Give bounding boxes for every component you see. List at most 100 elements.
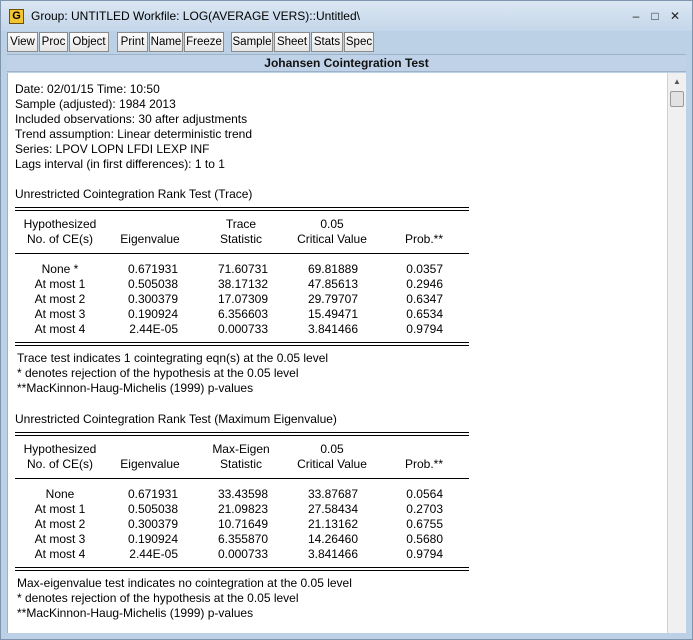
statistic-cell: 0.000733 [217,322,268,336]
info-sample: Sample (adjusted): 1984 2013 [15,97,176,111]
critical-value-cell: 14.26460 [307,532,358,546]
divider [15,432,469,433]
statistic-cell: 33.43598 [217,487,268,501]
view-button[interactable]: View [7,32,38,52]
prob-cell: 0.5680 [406,532,443,546]
col-header-max-eigen: Max-Eigen [212,442,270,456]
col-header-hypothesized: Hypothesized [23,217,97,231]
divider [15,342,469,343]
name-button[interactable]: Name [149,32,183,52]
close-button[interactable]: ✕ [667,8,683,24]
critical-value-cell: 21.13162 [307,517,358,531]
statistic-cell: 10.71649 [217,517,268,531]
title-bar[interactable]: G Group: UNTITLED Workfile: LOG(AVERAGE … [1,1,692,31]
col-header-prob: Prob.** [404,457,443,471]
prob-cell: 0.0564 [406,487,443,501]
divider [15,478,469,479]
col-header-no-ce: No. of CE(s) [26,457,93,471]
info-date: Date: 02/01/15 Time: 10:50 [15,82,160,96]
info-series: Series: LPOV LOPN LFDI LEXP INF [15,142,210,156]
col-header-statistic: Statistic [219,232,262,246]
critical-value-cell: 3.841466 [307,322,358,336]
maxeig-note: * denotes rejection of the hypothesis at… [17,591,299,605]
prob-cell: 0.9794 [406,547,443,561]
info-lags: Lags interval (in first differences): 1 … [15,157,225,171]
window-title: Group: UNTITLED Workfile: LOG(AVERAGE VE… [31,9,360,23]
divider [15,570,469,571]
hypothesis-cell: At most 2 [34,517,86,531]
col-header-prob: Prob.** [404,232,443,246]
statistic-cell: 71.60731 [217,262,268,276]
divider [15,210,469,211]
critical-value-cell: 27.58434 [307,502,358,516]
col-header-no-ce: No. of CE(s) [26,232,93,246]
eigenvalue-cell: 0.190924 [127,532,178,546]
trace-note: **MacKinnon-Haug-Michelis (1999) p-value… [17,381,254,395]
statistic-cell: 17.07309 [217,292,268,306]
col-header-eigenvalue: Eigenvalue [120,232,180,246]
stats-button[interactable]: Stats [311,32,343,52]
trace-note: Trace test indicates 1 cointegrating eqn… [17,351,329,365]
sheet-button[interactable]: Sheet [274,32,310,52]
spec-button[interactable]: Spec [344,32,374,52]
info-trend: Trend assumption: Linear deterministic t… [15,127,252,141]
prob-cell: 0.6534 [406,307,443,321]
statistic-cell: 38.17132 [217,277,268,291]
output-title-header: Johansen Cointegration Test [7,54,686,72]
hypothesis-cell: At most 2 [34,292,86,306]
prob-cell: 0.2946 [406,277,443,291]
divider [15,207,469,208]
maximize-button[interactable]: □ [647,8,663,24]
divider [15,567,469,568]
critical-value-cell: 29.79707 [307,292,358,306]
prob-cell: 0.6755 [406,517,443,531]
minimize-button[interactable]: – [628,8,644,24]
divider [15,345,469,346]
eigenvalue-cell: 0.671931 [127,262,178,276]
statistic-cell: 6.356603 [217,307,268,321]
critical-value-cell: 69.81889 [307,262,358,276]
proc-button[interactable]: Proc [39,32,68,52]
hypothesis-cell: None [45,487,75,501]
col-header-critical-value: Critical Value [297,457,367,471]
col-header-hypothesized: Hypothesized [23,442,97,456]
maxeig-note: Max-eigenvalue test indicates no cointeg… [17,576,352,590]
group-app-icon: G [9,9,24,24]
eigenvalue-cell: 0.300379 [127,292,178,306]
statistic-cell: 6.355870 [217,532,268,546]
eigenvalue-cell: 0.505038 [127,502,178,516]
divider [15,435,469,436]
hypothesis-cell: At most 4 [34,547,86,561]
vertical-scrollbar[interactable]: ▲ [667,73,686,633]
statistic-cell: 0.000733 [217,547,268,561]
col-header-statistic: Statistic [219,457,262,471]
prob-cell: 0.9794 [406,322,443,336]
col-header-critical-value: Critical Value [297,232,367,246]
col-header-eigenvalue: Eigenvalue [120,457,180,471]
divider [15,253,469,254]
hypothesis-cell: At most 1 [34,502,86,516]
eviews-group-window: G Group: UNTITLED Workfile: LOG(AVERAGE … [0,0,693,640]
critical-value-cell: 47.85613 [307,277,358,291]
trace-table-title: Unrestricted Cointegration Rank Test (Tr… [15,187,253,201]
scroll-thumb[interactable] [670,91,684,107]
hypothesis-cell: At most 4 [34,322,86,336]
sample-button[interactable]: Sample [231,32,273,52]
info-observations: Included observations: 30 after adjustme… [15,112,248,126]
hypothesis-cell: At most 3 [34,532,86,546]
hypothesis-cell: None * [41,262,79,276]
critical-value-cell: 3.841466 [307,547,358,561]
eigenvalue-cell: 0.671931 [127,487,178,501]
print-button[interactable]: Print [117,32,148,52]
critical-value-cell: 15.49471 [307,307,358,321]
scroll-up-icon[interactable]: ▲ [668,74,686,90]
hypothesis-cell: At most 1 [34,277,86,291]
trace-note: * denotes rejection of the hypothesis at… [17,366,299,380]
statistic-cell: 21.09823 [217,502,268,516]
object-button[interactable]: Object [69,32,109,52]
prob-cell: 0.2703 [406,502,443,516]
maxeig-note: **MacKinnon-Haug-Michelis (1999) p-value… [17,606,254,620]
output-pane[interactable]: Date: 02/01/15 Time: 10:50 Sample (adjus… [7,73,667,633]
maxeig-table-title: Unrestricted Cointegration Rank Test (Ma… [15,412,337,426]
freeze-button[interactable]: Freeze [184,32,224,52]
